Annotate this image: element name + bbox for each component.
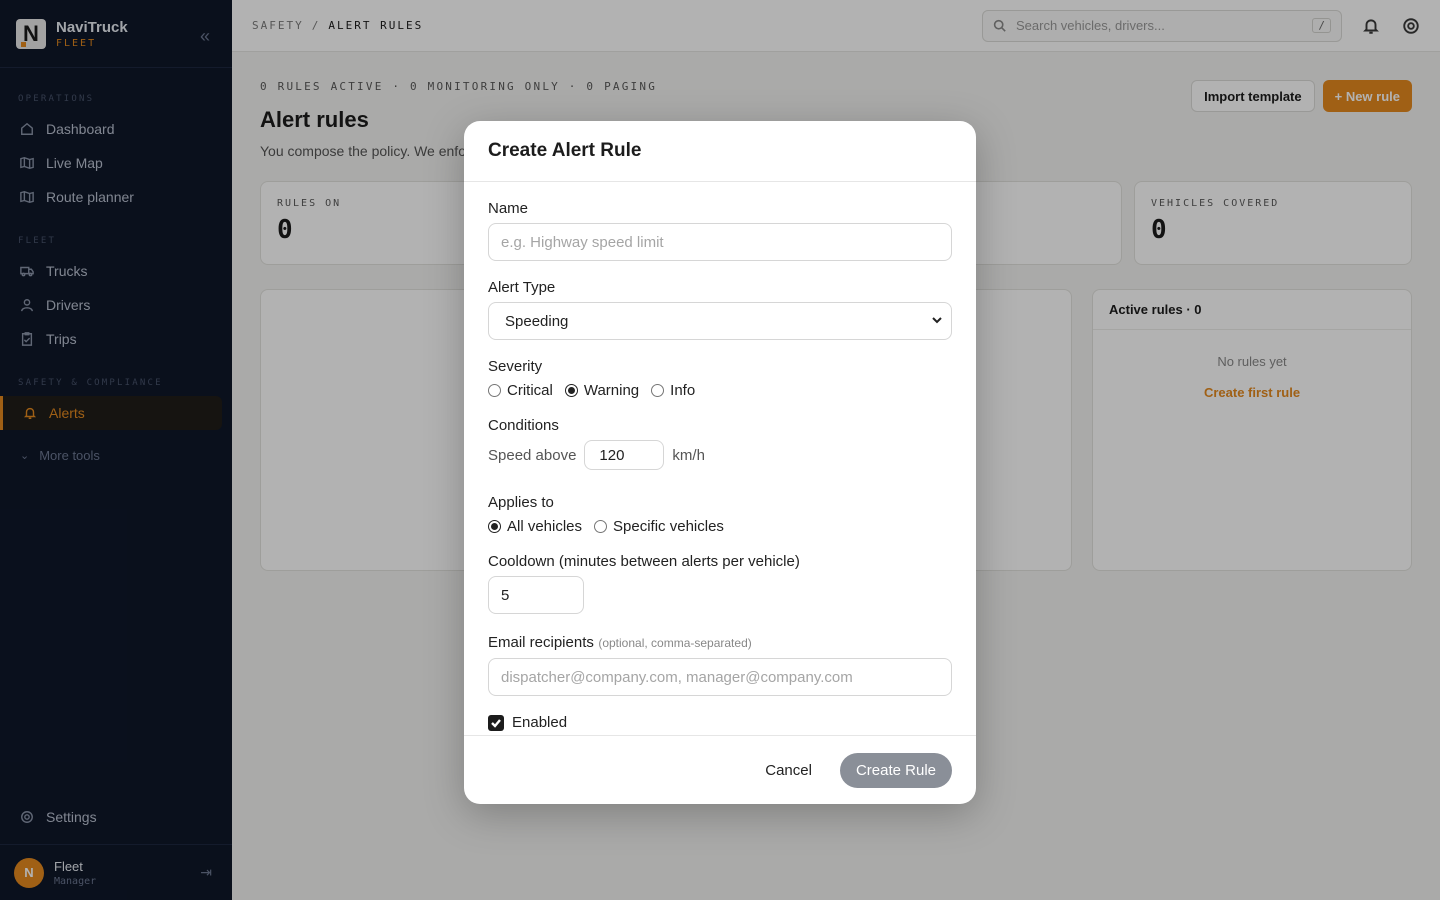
enabled-checkbox[interactable] [488,714,504,731]
email-recipients-input[interactable] [488,658,952,696]
severity-option-critical[interactable]: Critical [488,382,553,399]
enabled-checkbox-row[interactable]: Enabled [488,714,952,731]
applies-to-radio-group: All vehicles Specific vehicles [488,518,952,535]
severity-radio-group: Critical Warning Info [488,382,952,399]
radio-label: All vehicles [507,518,583,535]
speed-prefix: Speed above [488,446,577,464]
severity-option-info[interactable]: Info [651,382,695,399]
applies-to-label: Applies to [488,494,554,511]
create-rule-button[interactable]: Create Rule [839,752,952,788]
create-alert-rule-dialog: Create Alert Rule Name Alert Type Speedi… [464,121,976,804]
speed-unit: km/h [672,446,705,464]
radio-label: Specific vehicles [613,518,724,535]
alert-type-select[interactable]: Speeding [488,302,952,340]
speed-threshold-input[interactable]: 120 [584,440,665,470]
radio-label: Warning [583,382,640,399]
dialog-title: Create Alert Rule [464,121,976,182]
alert-type-label: Alert Type [488,279,556,296]
email-hint: (optional, comma-separated) [598,636,752,650]
check-icon [491,718,501,728]
cooldown-label: Cooldown (minutes between alerts per veh… [488,553,800,570]
applies-option-all[interactable]: All vehicles [488,518,582,535]
cooldown-input[interactable]: 5 [488,576,584,614]
radio-button[interactable] [488,520,501,533]
radio-label: Info [670,382,696,399]
radio-button[interactable] [594,520,608,533]
speed-condition: Speed above 120 km/h [488,440,952,470]
radio-button[interactable] [651,384,665,397]
name-label: Name [488,200,529,217]
radio-label: Critical [507,382,553,399]
alert-type-value: Speeding [505,312,569,330]
email-label: Email recipients [488,634,594,651]
radio-button[interactable] [488,384,501,397]
enabled-label: Enabled [512,714,568,731]
name-input[interactable] [488,223,952,261]
applies-option-specific[interactable]: Specific vehicles [594,518,724,535]
radio-button[interactable] [564,384,578,397]
cancel-button[interactable]: Cancel [765,762,812,779]
email-label-row: Email recipients (optional, comma-separa… [488,634,952,652]
dialog-footer: Cancel Create Rule [464,735,976,804]
chevron-down-icon [932,317,942,324]
severity-label: Severity [488,358,543,375]
conditions-label: Conditions [488,417,559,434]
severity-option-warning[interactable]: Warning [564,382,640,399]
